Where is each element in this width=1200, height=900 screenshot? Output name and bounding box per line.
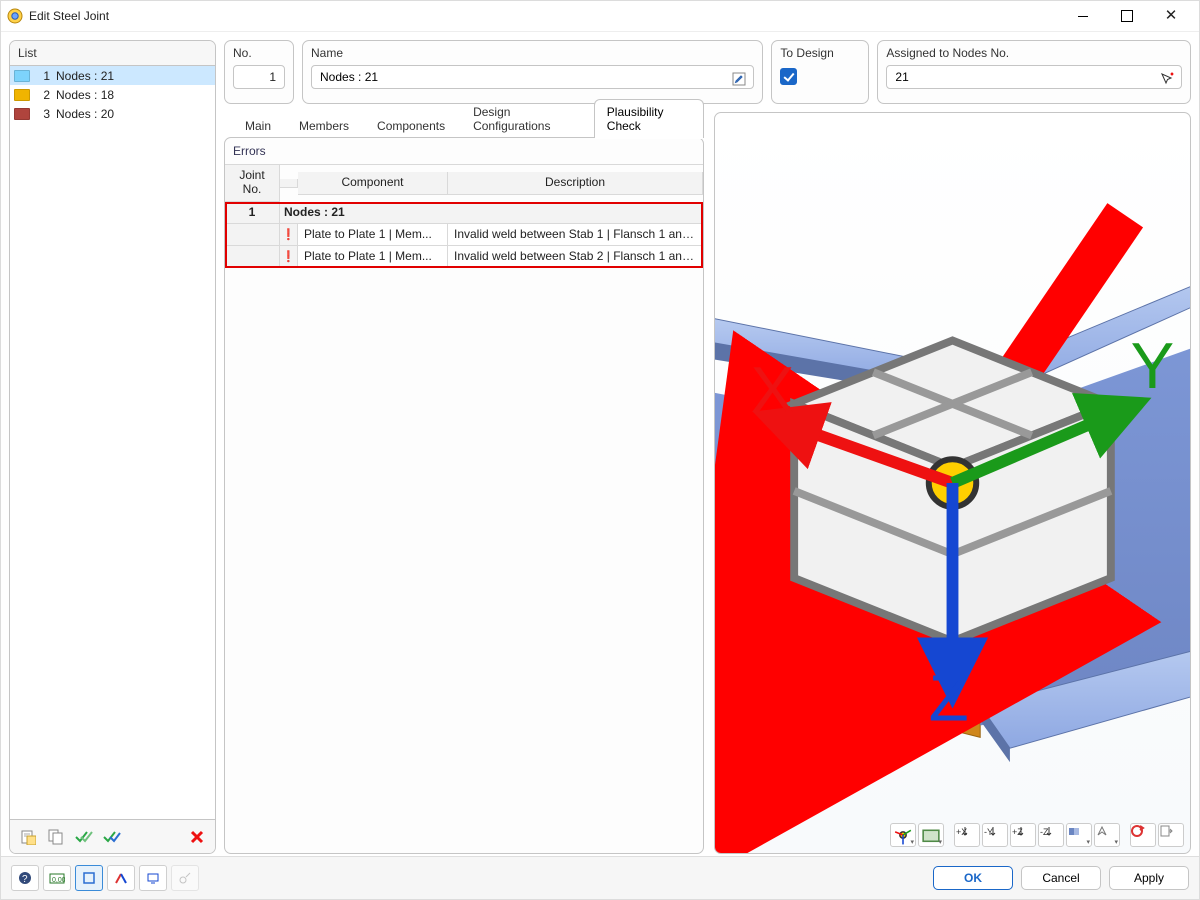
svg-text:+Z: +Z — [1012, 827, 1023, 837]
display-style-button[interactable]: ▾ — [918, 823, 944, 847]
axes-toggle-button[interactable]: ▾ — [890, 823, 916, 847]
error-icon: ❗ — [280, 246, 298, 268]
ok-button[interactable]: OK — [933, 866, 1013, 890]
new-joint-button[interactable] — [14, 824, 42, 849]
joint-list-body: 1 Nodes : 21 2 Nodes : 18 3 Nodes : 20 — [10, 66, 215, 819]
wireframe-button[interactable]: ▾ — [1094, 823, 1120, 847]
view-minus-z-button[interactable]: -Z — [1038, 823, 1064, 847]
name-label: Name — [311, 46, 754, 60]
no-field-box: No. 1 — [224, 40, 294, 104]
assigned-nodes-label: Assigned to Nodes No. — [886, 46, 1182, 60]
error-component: Plate to Plate 1 | Mem... — [298, 246, 448, 268]
minimize-button[interactable] — [1061, 2, 1105, 30]
app-window: Edit Steel Joint List 1 Nodes : 21 2 Nod… — [0, 0, 1200, 900]
units-button[interactable]: 0,00 — [43, 865, 71, 891]
render-mode-button[interactable]: ▾ — [1066, 823, 1092, 847]
view-minus-y-button[interactable]: -Y — [982, 823, 1008, 847]
tab-plausibility-check[interactable]: Plausibility Check — [594, 99, 704, 138]
tab-members[interactable]: Members — [286, 113, 362, 138]
tabs: MainMembersComponentsDesign Configuratio… — [224, 112, 704, 138]
col-joint-no: Joint No. — [225, 165, 280, 202]
frame-view-button[interactable] — [75, 865, 103, 891]
close-button[interactable] — [1149, 2, 1193, 30]
joint-list-footer — [10, 819, 215, 853]
window-title: Edit Steel Joint — [29, 9, 109, 23]
svg-text:?: ? — [22, 874, 28, 885]
errors-title: Errors — [225, 138, 703, 164]
joint-list-item[interactable]: 3 Nodes : 20 — [10, 104, 215, 123]
title-bar: Edit Steel Joint — [1, 1, 1199, 32]
to-design-checkbox[interactable] — [780, 68, 797, 85]
3d-view[interactable]: X Y Z ▾ ▾ +X -Y +Z -Z ▾ ▾ — [714, 112, 1191, 854]
list-item-label: Nodes : 21 — [56, 69, 114, 83]
delete-joint-button[interactable] — [183, 824, 211, 849]
list-item-index: 2 — [36, 88, 50, 102]
svg-text:-Y: -Y — [984, 827, 993, 837]
to-design-box: To Design — [771, 40, 869, 104]
dialog-footer: ? 0,00 OK Cancel Apply — [1, 856, 1199, 899]
model-colors-button[interactable] — [107, 865, 135, 891]
error-description: Invalid weld between Stab 1 | Flansch 1 … — [448, 224, 703, 246]
tab-main[interactable]: Main — [232, 113, 284, 138]
section-label: Nodes : 21 — [280, 202, 703, 224]
list-item-index: 3 — [36, 107, 50, 121]
errors-grid: Joint No. Component Description 1 Nodes … — [225, 164, 703, 268]
error-icon: ❗ — [280, 224, 298, 246]
tab-body: Errors Joint No. Component Description 1 — [224, 137, 704, 854]
list-item-label: Nodes : 18 — [56, 88, 114, 102]
duplicate-joint-button[interactable] — [42, 824, 70, 849]
apply-button[interactable]: Apply — [1109, 866, 1189, 890]
tab-components[interactable]: Components — [364, 113, 458, 138]
check-blue-button[interactable] — [98, 824, 126, 849]
svg-text:-Z: -Z — [1040, 827, 1049, 837]
col-description: Description — [448, 172, 703, 195]
view-plus-x-button[interactable]: +X — [954, 823, 980, 847]
col-component: Component — [298, 172, 448, 195]
list-item-label: Nodes : 20 — [56, 107, 114, 121]
assigned-nodes-input[interactable] — [886, 65, 1182, 89]
cancel-button[interactable]: Cancel — [1021, 866, 1101, 890]
reset-view-button[interactable] — [1130, 823, 1156, 847]
view-plus-z-button[interactable]: +Z — [1010, 823, 1036, 847]
error-component: Plate to Plate 1 | Mem... — [298, 224, 448, 246]
color-swatch — [14, 70, 30, 82]
name-input[interactable] — [311, 65, 754, 89]
col-icon — [280, 179, 298, 188]
properties-panel: MainMembersComponentsDesign Configuratio… — [224, 112, 704, 854]
joint-list-item[interactable]: 1 Nodes : 21 — [10, 66, 215, 85]
pick-nodes-button[interactable] — [1155, 68, 1179, 90]
view-toolbar: ▾ ▾ +X -Y +Z -Z ▾ ▾ — [890, 823, 1184, 847]
svg-text:+X: +X — [956, 827, 967, 837]
assigned-nodes-box: Assigned to Nodes No. — [877, 40, 1191, 104]
error-description: Invalid weld between Stab 2 | Flansch 1 … — [448, 246, 703, 268]
app-icon — [7, 8, 23, 24]
no-label: No. — [233, 46, 285, 60]
name-field-box: Name — [302, 40, 763, 104]
list-item-index: 1 — [36, 69, 50, 83]
popout-view-button[interactable] — [1158, 823, 1184, 847]
joint-list-header: List — [10, 41, 215, 66]
error-row[interactable]: ❗ Plate to Plate 1 | Mem... Invalid weld… — [225, 246, 703, 268]
help-button[interactable]: ? — [11, 865, 39, 891]
check-green-button[interactable] — [70, 824, 98, 849]
edit-name-button[interactable] — [727, 68, 751, 90]
color-swatch — [14, 89, 30, 101]
to-design-label: To Design — [780, 46, 833, 60]
tab-design-configurations[interactable]: Design Configurations — [460, 99, 592, 138]
joint-list-panel: List 1 Nodes : 21 2 Nodes : 18 3 Nodes :… — [9, 40, 216, 854]
screen-button[interactable] — [139, 865, 167, 891]
joint-list-item[interactable]: 2 Nodes : 18 — [10, 85, 215, 104]
error-row[interactable]: ❗ Plate to Plate 1 | Mem... Invalid weld… — [225, 224, 703, 246]
maximize-button[interactable] — [1105, 2, 1149, 30]
svg-text:0,00: 0,00 — [52, 877, 65, 884]
view-cube[interactable] — [715, 113, 1190, 853]
extra-tool-button[interactable] — [171, 865, 199, 891]
no-input[interactable]: 1 — [233, 65, 285, 89]
section-joint-no: 1 — [225, 202, 280, 224]
color-swatch — [14, 108, 30, 120]
